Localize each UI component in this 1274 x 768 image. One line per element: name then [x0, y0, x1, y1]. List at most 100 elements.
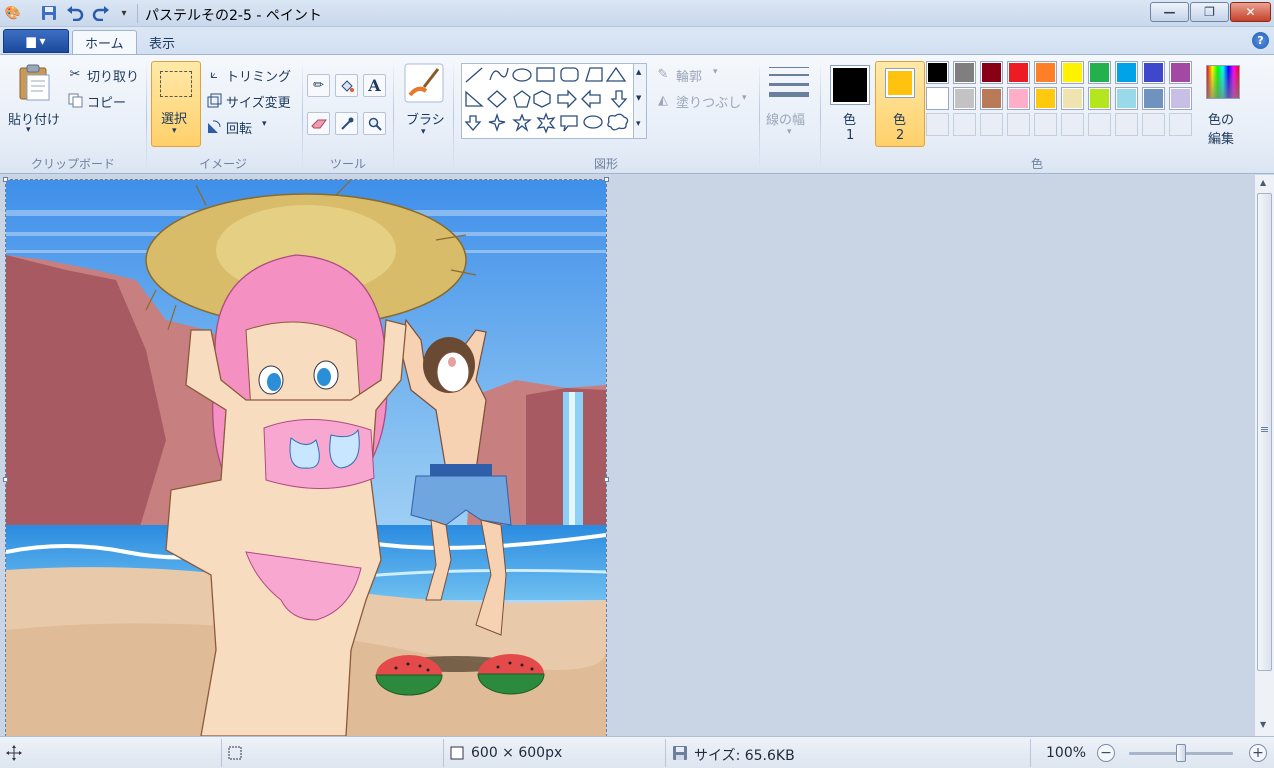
palette-empty-swatch[interactable] — [926, 113, 949, 136]
window-title: パステルその2-5 - ペイント — [145, 8, 322, 24]
paste-button[interactable]: 貼り付け — [8, 109, 60, 128]
close-button[interactable]: ✕ — [1230, 2, 1271, 22]
rotate-button[interactable]: 回転 — [226, 118, 252, 137]
brushes-dropdown-icon[interactable]: ▾ — [421, 127, 426, 137]
shapes-scrollbar[interactable]: ▲ ▼ ▾ — [633, 63, 647, 139]
color2-button[interactable]: 色 2 — [875, 61, 925, 147]
crop-button[interactable]: トリミング — [226, 66, 291, 85]
file-menu-button[interactable]: ▆ ▾ — [3, 29, 69, 53]
palette-empty-swatch[interactable] — [1115, 113, 1138, 136]
select-button[interactable]: 選択 ▾ — [151, 61, 201, 147]
palette-empty-swatch[interactable] — [980, 113, 1003, 136]
minimize-button[interactable]: — — [1150, 2, 1189, 22]
resize-handle-left[interactable] — [3, 477, 8, 482]
ribbon-tab-row — [0, 27, 1274, 54]
brushes-button[interactable]: ブラシ — [406, 109, 445, 128]
drawing-canvas[interactable] — [5, 179, 607, 736]
color1-button[interactable] — [830, 65, 870, 105]
zoom-out-button[interactable]: − — [1097, 744, 1115, 762]
paste-icon[interactable] — [17, 63, 51, 101]
palette-color-swatch[interactable] — [1007, 87, 1030, 110]
brush-icon[interactable] — [404, 63, 444, 103]
vertical-scrollbar[interactable]: ▲ ▼ — [1254, 175, 1274, 736]
line-width-icon[interactable] — [768, 67, 810, 97]
help-icon[interactable]: ? — [1252, 32, 1269, 49]
tab-view[interactable]: 表示 — [137, 30, 187, 54]
fill-button[interactable]: 塗りつぶし — [676, 92, 741, 111]
palette-empty-swatch[interactable] — [1088, 113, 1111, 136]
eraser-icon[interactable] — [307, 112, 330, 135]
copy-button[interactable]: コピー — [87, 92, 126, 111]
palette-color-swatch[interactable] — [1115, 87, 1138, 110]
palette-color-swatch[interactable] — [1007, 61, 1030, 84]
maximize-button[interactable]: ❐ — [1190, 2, 1229, 22]
palette-color-swatch[interactable] — [1142, 61, 1165, 84]
palette-color-swatch[interactable] — [953, 87, 976, 110]
palette-empty-swatch[interactable] — [953, 113, 976, 136]
palette-color-swatch[interactable] — [953, 61, 976, 84]
outline-dropdown-icon[interactable]: ▾ — [713, 67, 718, 77]
tab-home[interactable]: ホーム — [72, 30, 137, 54]
shapes-more-icon[interactable]: ▾ — [636, 119, 641, 129]
palette-color-swatch[interactable] — [1142, 87, 1165, 110]
line-width-button[interactable]: 線の幅 — [766, 109, 805, 128]
canvas-artwork — [6, 180, 606, 736]
canvas-workspace[interactable] — [0, 175, 1254, 736]
resize-button[interactable]: サイズ変更 — [226, 92, 291, 111]
fill-bucket-icon[interactable] — [335, 74, 358, 97]
scroll-up-arrow-icon[interactable]: ▲ — [1260, 178, 1266, 187]
customize-quick-access-icon[interactable]: ▾ — [114, 4, 134, 22]
status-separator — [1030, 739, 1031, 767]
palette-color-swatch[interactable] — [1115, 61, 1138, 84]
line-width-dropdown-icon[interactable]: ▾ — [787, 127, 792, 137]
palette-color-swatch[interactable] — [980, 87, 1003, 110]
scroll-up-icon[interactable]: ▲ — [636, 68, 641, 76]
palette-color-swatch[interactable] — [1169, 61, 1192, 84]
undo-icon[interactable] — [65, 4, 85, 22]
palette-color-swatch[interactable] — [1061, 87, 1084, 110]
palette-color-swatch[interactable] — [1088, 61, 1111, 84]
paint-app-icon[interactable]: 🎨 — [3, 4, 23, 22]
pencil-icon[interactable]: ✏ — [307, 74, 330, 97]
rotate-dropdown-icon[interactable]: ▾ — [262, 119, 267, 129]
edit-colors-icon[interactable] — [1206, 65, 1240, 99]
paste-dropdown-icon[interactable]: ▾ — [26, 125, 31, 135]
scroll-down-arrow-icon[interactable]: ▼ — [1260, 720, 1266, 729]
palette-color-swatch[interactable] — [1034, 87, 1057, 110]
edit-colors-label-1[interactable]: 色の — [1208, 109, 1234, 128]
palette-empty-swatch[interactable] — [1034, 113, 1057, 136]
status-separator — [443, 739, 444, 767]
palette-color-swatch[interactable] — [926, 87, 949, 110]
color-picker-icon[interactable] — [335, 112, 358, 135]
palette-color-swatch[interactable] — [926, 61, 949, 84]
zoom-in-button[interactable]: + — [1249, 744, 1267, 762]
text-tool-icon[interactable]: A — [363, 74, 386, 97]
palette-color-swatch[interactable] — [1088, 87, 1111, 110]
separator — [759, 61, 760, 171]
zoom-slider-thumb[interactable] — [1176, 744, 1186, 762]
color1-label: 色 — [843, 113, 857, 128]
redo-icon[interactable] — [91, 4, 111, 22]
palette-empty-swatch[interactable] — [1142, 113, 1165, 136]
fill-dropdown-icon[interactable]: ▾ — [742, 93, 747, 103]
palette-empty-swatch[interactable] — [1169, 113, 1192, 136]
palette-color-swatch[interactable] — [980, 61, 1003, 84]
outline-icon: ✎ — [657, 66, 669, 82]
magnifier-icon[interactable] — [363, 112, 386, 135]
minimize-icon: — — [1163, 5, 1176, 19]
edit-colors-label-2[interactable]: 編集 — [1208, 128, 1234, 147]
outline-button[interactable]: 輪郭 — [676, 66, 702, 85]
resize-handle-right[interactable] — [604, 477, 609, 482]
palette-color-swatch[interactable] — [1169, 87, 1192, 110]
select-dropdown-icon: ▾ — [172, 126, 177, 136]
tab-view-label: 表示 — [149, 36, 176, 52]
save-icon[interactable] — [39, 4, 59, 22]
cut-button[interactable]: 切り取り — [87, 66, 139, 85]
palette-empty-swatch[interactable] — [1061, 113, 1084, 136]
palette-color-swatch[interactable] — [1061, 61, 1084, 84]
palette-color-swatch[interactable] — [1034, 61, 1057, 84]
palette-empty-swatch[interactable] — [1007, 113, 1030, 136]
vertical-scroll-thumb[interactable] — [1257, 193, 1272, 671]
selection-size-icon — [227, 745, 243, 761]
scroll-down-icon[interactable]: ▼ — [636, 94, 641, 102]
